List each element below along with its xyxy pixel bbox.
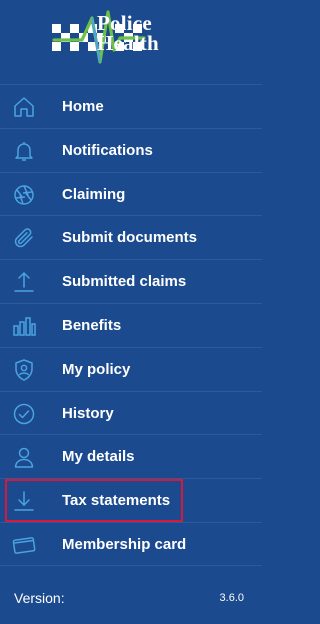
shield-user-icon [12, 358, 36, 382]
paperclip-icon [12, 226, 36, 250]
menu-item-membership-card[interactable]: Membership card [0, 521, 262, 566]
menu-label-home: Home [62, 98, 104, 115]
version-number: 3.6.0 [219, 592, 244, 604]
menu-item-notifications[interactable]: Notifications [0, 127, 262, 172]
menu-item-submitted-claims[interactable]: Submitted claims [0, 259, 262, 303]
menu-label-my-policy: My policy [62, 360, 131, 378]
menu-item-my-policy[interactable]: My policy [0, 346, 262, 391]
menu-item-submit-documents[interactable]: Submit documents [0, 215, 262, 259]
menu-label-membership-card: Membership card [62, 535, 187, 553]
bar-chart-icon [12, 314, 36, 338]
aperture-icon [12, 183, 36, 207]
menu-label-history: History [62, 404, 114, 422]
brand-line2: Health [97, 31, 159, 55]
home-icon [12, 95, 36, 119]
menu-label-submit-documents: Submit documents [62, 229, 198, 247]
selection-highlight [5, 479, 183, 522]
menu-label-my-details: My details [62, 448, 135, 466]
brand-name: Police Health [97, 11, 159, 55]
menu-item-home[interactable]: Home [0, 84, 262, 128]
menu-item-my-details[interactable]: My details [0, 434, 262, 478]
app-footer: Version: 3.6.0 [0, 570, 262, 624]
menu-label-claiming: Claiming [62, 185, 126, 203]
upload-icon [12, 270, 36, 294]
menu-label-submitted-claims: Submitted claims [62, 273, 187, 291]
menu-item-history[interactable]: History [0, 390, 262, 435]
brand-line1: Police [97, 11, 152, 35]
app-header: Police Health [0, 0, 262, 84]
menu-item-benefits[interactable]: Benefits [0, 302, 262, 347]
card-icon [12, 533, 36, 557]
menu-label-notifications: Notifications [62, 141, 153, 159]
user-icon [12, 445, 36, 469]
version-label: Version: [14, 590, 65, 606]
menu-label-benefits: Benefits [62, 316, 122, 334]
menu-item-claiming[interactable]: Claiming [0, 171, 262, 216]
check-circle-icon [12, 402, 36, 426]
bell-icon [12, 139, 36, 163]
